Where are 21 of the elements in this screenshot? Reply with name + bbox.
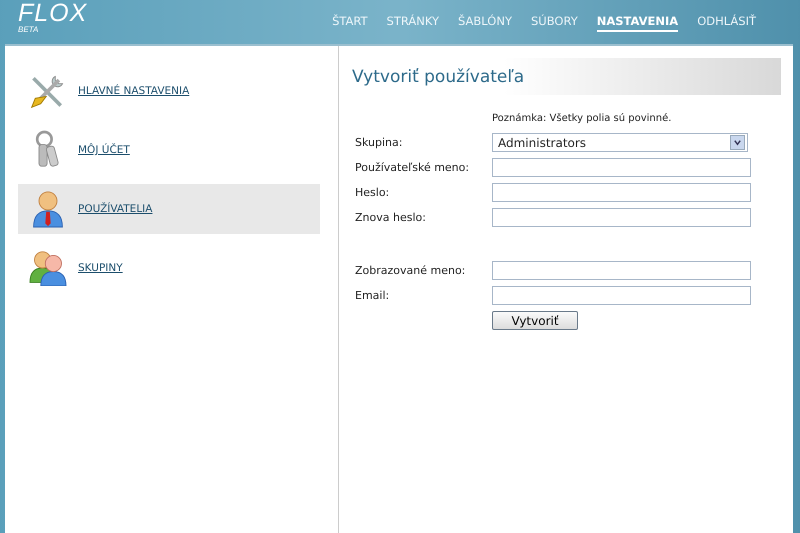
create-button[interactable]: Vytvoriť [492, 311, 578, 330]
sidebar-link[interactable]: HLAVNÉ NASTAVENIA [78, 85, 190, 97]
input-field[interactable] [492, 208, 751, 227]
input-field[interactable] [492, 261, 751, 280]
sidebar-link[interactable]: SKUPINY [78, 262, 123, 274]
field-label: Skupina: [355, 136, 404, 149]
sidebar-link[interactable]: MÔJ ÚČET [78, 144, 130, 156]
input-field[interactable] [492, 286, 751, 305]
logo: FLOX [18, 1, 88, 26]
field-label: Používateľské meno: [355, 161, 470, 174]
logo-subtitle: BETA [18, 26, 40, 34]
field-label: Email: [355, 289, 390, 302]
input-field[interactable] [492, 158, 751, 177]
field-label: Znova heslo: [355, 211, 427, 224]
input-field[interactable] [492, 183, 751, 202]
page-title: Vytvoriť používateľa [352, 66, 524, 86]
group-dropdown[interactable]: Administrators [492, 133, 748, 152]
sidebar-link[interactable]: POUŽÍVATELIA [78, 203, 152, 215]
form-note: Poznámka: Všetky polia sú povinné. [492, 113, 672, 124]
field-label: Heslo: [355, 186, 390, 199]
field-label: Zobrazované meno: [355, 264, 466, 277]
